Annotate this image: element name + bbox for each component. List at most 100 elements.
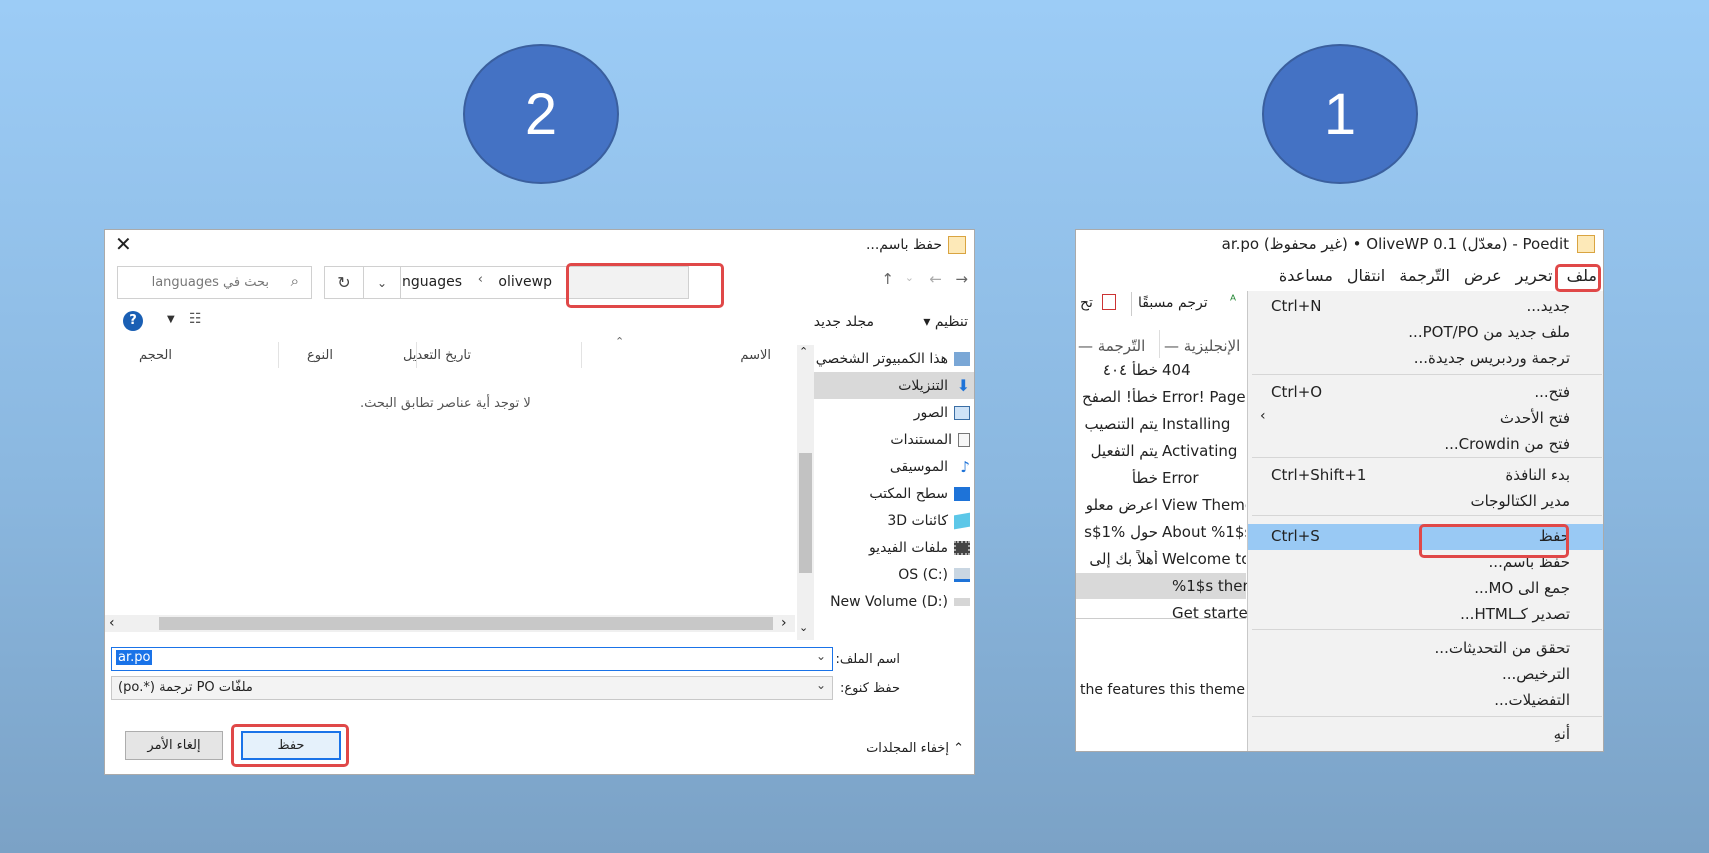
menu-item-label: مدير الكتالوجات	[1470, 492, 1570, 510]
file-menu-highlight	[1555, 264, 1601, 292]
hide-folders-toggle[interactable]: ⌃ إخفاء المجلدات	[866, 741, 964, 756]
table-row[interactable]: %1$s them	[1076, 573, 1256, 599]
menu-item[interactable]: جمع الى MO...	[1248, 576, 1603, 602]
menu-item-label: فتح الأحدث	[1499, 409, 1570, 427]
address-dropdown[interactable]: ⌄	[363, 266, 401, 299]
nav-item-this-pc[interactable]: هذا الكمبيوتر الشخصي	[814, 345, 974, 372]
view-dropdown-icon[interactable]: ▼	[167, 314, 175, 325]
breadcrumb-highlight	[566, 263, 724, 308]
submenu-arrow-icon: ‹	[1260, 408, 1266, 424]
table-row[interactable]: يتم التنصيب Installing	[1076, 411, 1246, 437]
column-translation[interactable]: التّرجمة —	[1078, 337, 1145, 355]
menu-help[interactable]: مساعدة	[1279, 266, 1333, 285]
menu-separator	[1252, 457, 1602, 458]
table-row[interactable]: أهلاً بك إلى Welcome to	[1076, 546, 1246, 572]
nav-item-pictures[interactable]: الصور	[814, 399, 974, 426]
column-name[interactable]: الاسم	[740, 348, 771, 363]
forward-arrow-icon[interactable]: →	[955, 270, 968, 288]
column-source[interactable]: الإنجليزية —	[1164, 337, 1240, 355]
menu-item-label: أنهِ	[1553, 725, 1570, 743]
savetype-select[interactable]: ملفّات PO ترجمة (*.po) ⌄	[111, 676, 833, 700]
menu-item[interactable]: بدء النافذة Ctrl+Shift+1	[1248, 463, 1603, 489]
menu-item[interactable]: ترجمة وردبريس جديدة...	[1248, 346, 1603, 372]
cube-icon	[954, 512, 970, 529]
table-row[interactable]: اعرض معلو View Theme	[1076, 492, 1246, 518]
column-type[interactable]: النوع	[307, 348, 333, 363]
drive-icon	[954, 597, 970, 606]
nav-item-videos[interactable]: ملفات الفيديو	[814, 534, 974, 561]
table-row[interactable]: Get started	[1076, 600, 1256, 626]
refresh-button[interactable]: ↻	[324, 266, 364, 299]
poedit-window: ar.po (غير محفوظ) • OliveWP 0.1 (معدّل) …	[1075, 229, 1604, 752]
menu-edit[interactable]: تحرير	[1516, 266, 1553, 285]
chevron-down-icon[interactable]: ⌄	[816, 678, 826, 692]
chevron-up-icon: ⌃	[953, 741, 964, 756]
organize-menu[interactable]: تنظيم ▾	[923, 314, 968, 330]
recent-chevron-icon[interactable]: ⌄	[905, 271, 914, 284]
filename-input[interactable]: ar.po ⌄	[111, 647, 833, 671]
menu-item-label: الترخيص...	[1501, 665, 1570, 683]
scroll-left-icon[interactable]: ‹	[109, 615, 115, 631]
nav-item-documents[interactable]: المستندات	[814, 426, 974, 453]
back-arrow-icon[interactable]: ←	[929, 270, 942, 288]
menu-separator	[1252, 629, 1602, 630]
table-row[interactable]: يتم التفعيل Activating	[1076, 438, 1246, 464]
scroll-thumb[interactable]	[159, 617, 773, 630]
menu-item[interactable]: الترخيص...	[1248, 662, 1603, 688]
table-row[interactable]: خطأ Error	[1076, 465, 1246, 491]
table-row[interactable]: خطأ! الصفحError! Page N	[1076, 384, 1246, 410]
new-folder-button[interactable]: مجلد جديد	[814, 314, 874, 330]
toolbar-cut[interactable]: تح	[1080, 295, 1093, 311]
breadcrumb-separator-icon: ‹	[477, 272, 483, 287]
help-icon[interactable]: ?	[123, 311, 143, 331]
menu-item[interactable]: فتح من Crowdin...	[1248, 432, 1603, 458]
menu-item[interactable]: ملف جديد من POT/PO...	[1248, 320, 1603, 346]
search-input[interactable]: ⌕ بحث في languages	[117, 266, 312, 299]
nav-item-downloads[interactable]: ⬇ التنزيلات	[814, 372, 974, 399]
menu-item-label: ترجمة وردبريس جديدة...	[1413, 349, 1570, 367]
column-modified[interactable]: تاريخ التعديل	[403, 348, 471, 363]
divider	[1076, 618, 1246, 619]
chevron-down-icon[interactable]: ⌄	[816, 649, 826, 663]
close-icon[interactable]: ✕	[115, 232, 132, 256]
table-row[interactable]: حول %1$s About %1$s	[1076, 519, 1246, 545]
menu-item[interactable]: أنهِ	[1248, 722, 1603, 748]
row-translation: اعرض معلو	[1085, 496, 1158, 514]
nav-item-3d-objects[interactable]: كائنات 3D	[814, 507, 974, 534]
menu-item[interactable]: تحقق من التحديثات...	[1248, 636, 1603, 662]
file-icon	[948, 236, 966, 254]
menu-item-shortcut: Ctrl+N	[1271, 297, 1322, 315]
scroll-up-icon[interactable]: ⌃	[799, 345, 808, 358]
scroll-down-icon[interactable]: ⌄	[799, 621, 808, 634]
menu-item[interactable]: فتح الأحدث ‹	[1248, 406, 1603, 432]
column-size[interactable]: الحجم	[139, 348, 172, 363]
view-details-icon[interactable]: ☷	[189, 311, 202, 327]
pretranslate-button[interactable]: ترجم مسبقًا	[1138, 295, 1208, 311]
up-arrow-icon[interactable]: ↑	[881, 270, 894, 288]
menu-view[interactable]: عرض	[1464, 266, 1502, 285]
menu-item[interactable]: التفضيلات...	[1248, 688, 1603, 714]
filename-value: ar.po	[116, 650, 153, 665]
menu-translation[interactable]: التّرجمة	[1399, 266, 1450, 285]
row-source: Get started	[1172, 604, 1256, 622]
nav-item-desktop[interactable]: سطح المكتب	[814, 480, 974, 507]
preview-text: the features this theme	[1080, 682, 1245, 698]
menu-item[interactable]: تصدير كـHTML...	[1248, 602, 1603, 628]
table-row[interactable]: خطأ ٤٠٤ 404	[1076, 357, 1246, 383]
horizontal-scrollbar[interactable]: ‹ ›	[105, 615, 795, 632]
row-source: About %1$s	[1162, 523, 1246, 541]
row-source: Error	[1162, 469, 1199, 487]
vertical-scrollbar[interactable]: ⌃ ⌄	[797, 345, 814, 640]
scroll-thumb[interactable]	[799, 453, 812, 573]
menu-item[interactable]: فتح... Ctrl+O	[1248, 380, 1603, 406]
cancel-button[interactable]: إلغاء الأمر	[125, 731, 223, 760]
nav-item-drive-c[interactable]: OS (C:)	[814, 561, 974, 588]
breadcrumb-olivewp[interactable]: olivewp	[498, 274, 552, 290]
nav-item-music[interactable]: ♪ الموسيقى	[814, 453, 974, 480]
nav-item-drive-d[interactable]: New Volume (D:)	[814, 588, 974, 615]
menu-item[interactable]: مدير الكتالوجات	[1248, 489, 1603, 515]
menu-go[interactable]: انتقال	[1347, 266, 1385, 285]
scroll-right-icon[interactable]: ›	[781, 615, 787, 631]
row-translation: يتم التنصيب	[1084, 415, 1158, 433]
menu-item[interactable]: جديد... Ctrl+N	[1248, 294, 1603, 320]
